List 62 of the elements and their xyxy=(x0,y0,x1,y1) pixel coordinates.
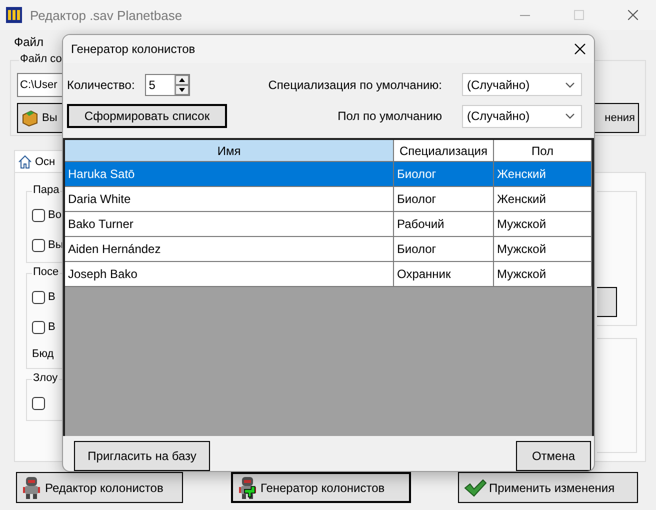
gender-dropdown[interactable]: (Случайно) xyxy=(462,104,582,128)
table-cell[interactable]: Биолог xyxy=(394,187,494,212)
open-button[interactable]: Вы xyxy=(17,103,63,133)
table-cell[interactable]: Joseph Bako xyxy=(65,262,394,287)
table-cell[interactable]: Женский xyxy=(494,187,592,212)
home-icon xyxy=(18,154,32,168)
gender-label: Пол по умолчанию xyxy=(338,109,442,123)
minimize-icon[interactable] xyxy=(520,14,530,16)
dialog-title: Генератор колонистов xyxy=(71,42,196,56)
table-cell[interactable]: Мужской xyxy=(494,212,592,237)
field-label: Бюд xyxy=(32,348,55,360)
toolbar-button[interactable]: Применить изменения xyxy=(458,472,638,503)
checkbox-label: Во xyxy=(48,209,62,221)
checkbox-label: В xyxy=(48,321,56,333)
menu-item[interactable]: Файл xyxy=(14,33,44,51)
checkbox[interactable] xyxy=(32,208,45,222)
table-cell[interactable]: Биолог xyxy=(394,162,494,187)
side-button[interactable] xyxy=(597,287,617,318)
group-label: Файл со xyxy=(19,53,63,65)
down-arrow-icon[interactable] xyxy=(178,88,185,92)
checkbox[interactable] xyxy=(32,396,45,410)
generate-list-button[interactable]: Сформировать список xyxy=(67,104,227,128)
toolbar-button[interactable]: Генератор колонистов xyxy=(230,472,410,503)
group-label: Пара xyxy=(32,184,60,196)
checkbox[interactable] xyxy=(32,320,45,334)
table-cell[interactable]: Биолог xyxy=(394,237,494,262)
quantity-spinbox[interactable]: 5 xyxy=(144,74,190,96)
checkbox[interactable] xyxy=(32,238,45,252)
table-cell[interactable]: Женский xyxy=(494,162,592,187)
tab[interactable]: Осн xyxy=(14,150,62,172)
checkbox[interactable] xyxy=(32,290,45,304)
group-label: Посе xyxy=(32,266,60,278)
column-header[interactable]: Специализация xyxy=(394,140,494,162)
column-header[interactable]: Пол xyxy=(494,140,592,162)
group-label: Злоу xyxy=(32,372,59,384)
chevron-down-icon xyxy=(565,82,575,88)
table-cell[interactable]: Мужской xyxy=(494,237,592,262)
specialization-dropdown[interactable]: (Случайно) xyxy=(462,73,582,96)
up-arrow-icon[interactable] xyxy=(178,78,185,82)
table-cell[interactable]: Aiden Hernández xyxy=(65,237,394,262)
table-cell[interactable]: Haruka Satō xyxy=(65,162,394,187)
quantity-label: Количество: xyxy=(67,78,135,92)
table-cell[interactable]: Рабочий xyxy=(394,212,494,237)
cancel-button[interactable]: Отмена xyxy=(516,441,591,471)
window-title: Редактор .sav Planetbase xyxy=(30,8,184,22)
table-cell[interactable]: Daria White xyxy=(65,187,394,212)
table-cell[interactable]: Мужской xyxy=(494,262,592,287)
checkmark-icon xyxy=(463,478,487,498)
invite-button[interactable]: Пригласить на базу xyxy=(74,441,210,471)
path-field[interactable]: C:\User xyxy=(17,73,63,97)
app-logo-icon xyxy=(6,7,22,23)
specialization-label: Специализация по умолчанию: xyxy=(268,78,442,92)
table-cell[interactable]: Охранник xyxy=(394,262,494,287)
robot-icon xyxy=(21,476,43,500)
table-cell[interactable]: Bako Turner xyxy=(65,212,394,237)
toolbar-button[interactable]: Редактор колонистов xyxy=(16,472,183,503)
checkbox-label: В xyxy=(48,291,56,303)
column-header[interactable]: Имя xyxy=(65,140,394,162)
chevron-down-icon xyxy=(565,113,575,119)
close-icon[interactable] xyxy=(628,10,638,20)
close-icon[interactable] xyxy=(574,43,586,55)
robot-plus-icon xyxy=(236,476,258,500)
